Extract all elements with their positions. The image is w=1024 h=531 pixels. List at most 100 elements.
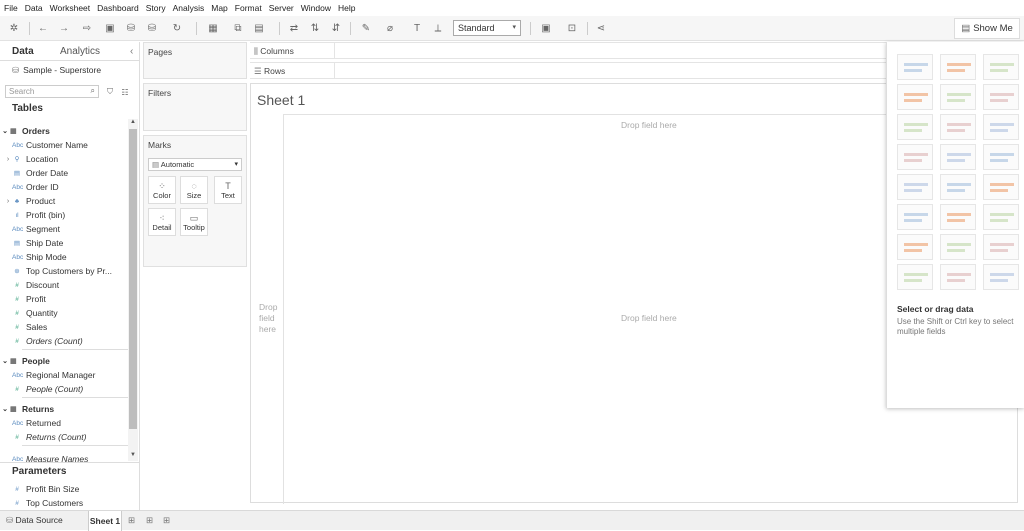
view-drop-zone[interactable]: Drop field here (621, 313, 677, 323)
pause-updates-icon[interactable]: ⛁ (145, 21, 159, 35)
field-item[interactable]: # People (Count) (0, 382, 128, 396)
clear-sheet-icon[interactable]: ▤ (252, 21, 266, 35)
menu-item-data[interactable]: Data (25, 3, 43, 13)
redo-icon[interactable]: → (57, 21, 71, 35)
chart-type-icon[interactable] (897, 114, 933, 140)
columns-drop-zone[interactable]: Drop field here (621, 120, 677, 130)
chart-type-icon[interactable] (897, 84, 933, 110)
field-item-measure-names[interactable]: Abc Measure Names (0, 452, 128, 466)
menu-item-help[interactable]: Help (338, 3, 355, 13)
chart-type-icon[interactable] (940, 84, 976, 110)
fix-axes-icon[interactable]: ⟂ (431, 21, 445, 35)
parameter-item[interactable]: # Profit Bin Size (0, 482, 128, 496)
datasource-item[interactable]: ⛁ Sample - Superstore (12, 63, 132, 77)
undo-icon[interactable]: ← (36, 21, 50, 35)
field-item[interactable]: ⊛ Top Customers by Pr... (0, 264, 128, 278)
field-item[interactable]: ▤ Ship Date (0, 236, 128, 250)
chart-type-icon[interactable] (983, 114, 1019, 140)
field-item[interactable]: Abc Ship Mode (0, 250, 128, 264)
highlight-icon[interactable]: ✎ (359, 21, 373, 35)
sort-desc-icon[interactable]: ⇵ (329, 21, 343, 35)
chart-type-icon[interactable] (940, 264, 976, 290)
mark-tooltip-button[interactable]: ▭ Tooltip (180, 208, 208, 236)
chart-type-icon[interactable] (897, 204, 933, 230)
menu-item-format[interactable]: Format (235, 3, 262, 13)
field-item[interactable]: # Quantity (0, 306, 128, 320)
chart-type-icon[interactable] (940, 174, 976, 200)
mark-color-button[interactable]: ⁘ Color (148, 176, 176, 204)
chart-type-icon[interactable] (940, 114, 976, 140)
menu-item-worksheet[interactable]: Worksheet (50, 3, 90, 13)
pages-card[interactable]: Pages (143, 42, 247, 79)
view-options-icon[interactable]: ☷ (118, 85, 132, 99)
replay-icon[interactable]: ⇨ (80, 21, 94, 35)
chart-type-icon[interactable] (940, 204, 976, 230)
chart-type-icon[interactable] (983, 174, 1019, 200)
chevron-right-icon[interactable]: › (4, 156, 12, 163)
tab-analytics[interactable]: Analytics (60, 42, 100, 60)
chevron-right-icon[interactable]: › (4, 198, 12, 205)
scroll-up-icon[interactable]: ▲ (130, 119, 136, 125)
table-people[interactable]: ⌄ ▦ People (0, 354, 128, 368)
duplicate-sheet-icon[interactable]: ⧉ (231, 21, 245, 35)
field-item[interactable]: ▤ Order Date (0, 166, 128, 180)
chart-type-icon[interactable] (897, 54, 933, 80)
show-me-button[interactable]: ▤ Show Me (954, 18, 1020, 39)
presentation-icon[interactable]: ⊡ (565, 21, 579, 35)
filter-icon[interactable]: ⛉ (103, 85, 117, 99)
collapse-pane-icon[interactable]: ‹ (130, 42, 133, 60)
sheet-tab[interactable]: Sheet 1 (88, 511, 122, 531)
chart-type-icon[interactable] (983, 204, 1019, 230)
new-datasource-icon[interactable]: ⛁ (124, 21, 138, 35)
field-item[interactable]: # Discount (0, 278, 128, 292)
mark-type-select[interactable]: ▤ Automatic ▾ (148, 158, 242, 171)
chart-type-icon[interactable] (897, 144, 933, 170)
new-dashboard-icon[interactable]: ⊞ (146, 515, 153, 526)
field-item[interactable]: # Profit (0, 292, 128, 306)
field-item[interactable]: # Sales (0, 320, 128, 334)
field-item[interactable]: # Orders (Count) (0, 334, 128, 348)
save-icon[interactable]: ▣ (103, 21, 117, 35)
fit-select[interactable]: Standard ▾ (453, 20, 521, 36)
scrollbar[interactable]: ▲ ▼ (128, 119, 138, 461)
sort-asc-icon[interactable]: ⇅ (308, 21, 322, 35)
labels-icon[interactable]: T (410, 21, 424, 35)
mark-text-button[interactable]: T Text (214, 176, 242, 204)
filters-card[interactable]: Filters (143, 83, 247, 131)
tab-data[interactable]: Data (12, 42, 34, 60)
field-item[interactable]: ıl Profit (bin) (0, 208, 128, 222)
field-item[interactable]: Abc Returned (0, 416, 128, 430)
chart-type-icon[interactable] (940, 234, 976, 260)
rows-drop-zone[interactable]: Drop field here (259, 302, 281, 335)
menu-item-map[interactable]: Map (211, 3, 228, 13)
tableau-logo-icon[interactable]: ✲ (7, 21, 21, 35)
mark-size-button[interactable]: ◌ Size (180, 176, 208, 204)
new-worksheet-icon[interactable]: ⊞ (128, 515, 135, 526)
scroll-down-icon[interactable]: ▼ (130, 452, 136, 458)
table-orders[interactable]: ⌄ ▦ Orders (0, 124, 128, 138)
table-returns[interactable]: ⌄ ▦ Returns (0, 402, 128, 416)
menu-item-dashboard[interactable]: Dashboard (97, 3, 139, 13)
chart-type-icon[interactable] (897, 264, 933, 290)
field-item[interactable]: Abc Segment (0, 222, 128, 236)
field-item[interactable]: › ⚲ Location (0, 152, 128, 166)
chart-type-icon[interactable] (983, 54, 1019, 80)
menu-item-story[interactable]: Story (146, 3, 166, 13)
field-item[interactable]: # Returns (Count) (0, 430, 128, 444)
menu-item-server[interactable]: Server (269, 3, 294, 13)
chart-type-icon[interactable] (983, 264, 1019, 290)
show-cards-icon[interactable]: ▣ (539, 21, 553, 35)
share-icon[interactable]: ⋖ (594, 21, 608, 35)
field-item[interactable]: Abc Customer Name (0, 138, 128, 152)
swap-icon[interactable]: ⇄ (287, 21, 301, 35)
data-source-tab[interactable]: ⛁ Data Source (6, 515, 63, 526)
parameter-item[interactable]: # Top Customers (0, 496, 128, 510)
chart-type-icon[interactable] (940, 144, 976, 170)
mark-detail-button[interactable]: ⁖ Detail (148, 208, 176, 236)
menu-item-analysis[interactable]: Analysis (173, 3, 205, 13)
refresh-icon[interactable]: ↻ (170, 21, 184, 35)
menu-item-file[interactable]: File (4, 3, 18, 13)
chart-type-icon[interactable] (983, 144, 1019, 170)
field-item[interactable]: › ♣ Product (0, 194, 128, 208)
chart-type-icon[interactable] (983, 234, 1019, 260)
